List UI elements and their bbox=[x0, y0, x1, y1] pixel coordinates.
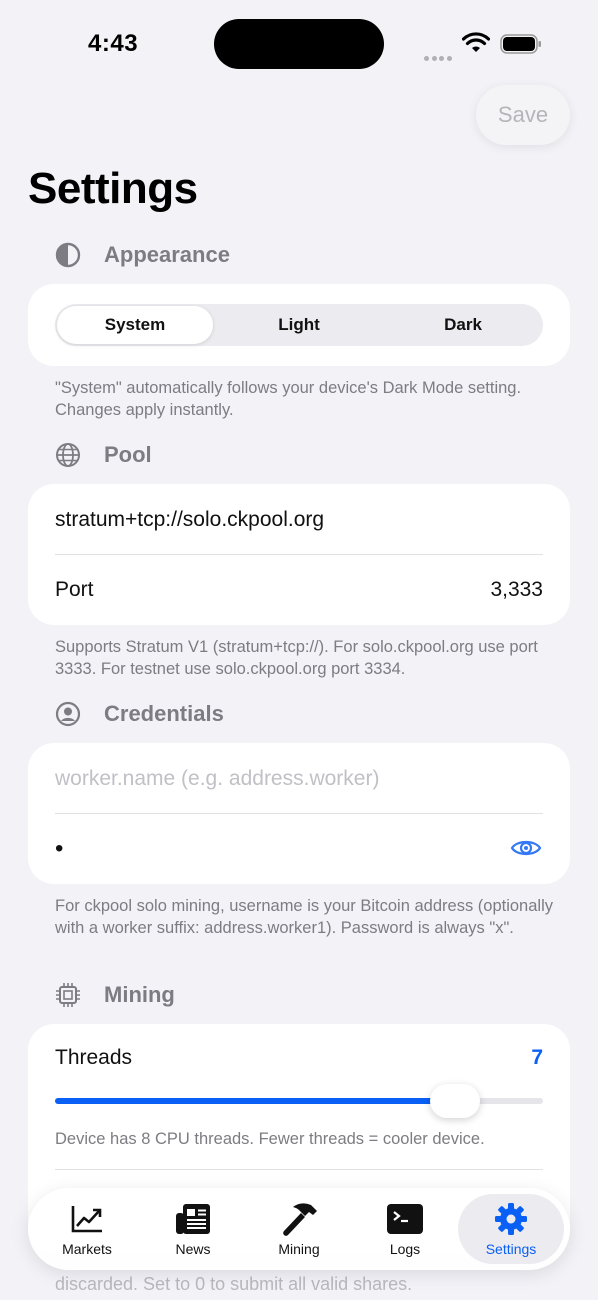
port-field[interactable]: 3,333 bbox=[490, 578, 543, 602]
cpu-icon bbox=[55, 982, 81, 1008]
divider bbox=[55, 1169, 543, 1170]
tab-label: Logs bbox=[389, 1241, 421, 1257]
appearance-card: System Light Dark bbox=[28, 284, 570, 366]
battery-icon bbox=[500, 34, 541, 54]
section-header-pool: Pool bbox=[55, 442, 152, 468]
save-button[interactable]: Save bbox=[476, 85, 570, 145]
slider-thumb[interactable] bbox=[430, 1084, 481, 1118]
dynamic-island bbox=[214, 19, 384, 69]
section-title: Credentials bbox=[104, 701, 224, 726]
section-header-mining: Mining bbox=[55, 982, 175, 1008]
segment-system[interactable]: System bbox=[57, 306, 213, 344]
tab-label: Markets bbox=[62, 1241, 112, 1257]
newspaper-icon bbox=[175, 1201, 211, 1237]
tab-mining[interactable]: Mining bbox=[246, 1194, 352, 1264]
segment-dark[interactable]: Dark bbox=[383, 304, 543, 346]
divider bbox=[55, 554, 543, 555]
appearance-footnote: "System" automatically follows your devi… bbox=[55, 379, 522, 419]
pool-url-field[interactable]: stratum+tcp://solo.ckpool.org bbox=[55, 508, 324, 532]
port-label: Port bbox=[55, 578, 94, 601]
threads-slider[interactable] bbox=[55, 1084, 543, 1118]
section-title: Mining bbox=[104, 982, 175, 1007]
section-header-credentials: Credentials bbox=[55, 701, 224, 727]
tab-label: Mining bbox=[278, 1241, 320, 1257]
tab-news[interactable]: News bbox=[140, 1194, 246, 1264]
contrast-icon bbox=[55, 242, 81, 268]
tab-markets[interactable]: Markets bbox=[34, 1194, 140, 1264]
tab-label: News bbox=[175, 1241, 211, 1257]
section-title: Appearance bbox=[104, 242, 230, 267]
page-title: Settings bbox=[28, 164, 198, 213]
slider-fill bbox=[55, 1098, 456, 1104]
credentials-footnote: For ckpool solo mining, username is your… bbox=[55, 897, 553, 937]
threads-note: Device has 8 CPU threads. Fewer threads … bbox=[55, 1130, 485, 1148]
person-circle-icon bbox=[55, 701, 81, 727]
hammer-icon bbox=[279, 1201, 319, 1237]
pool-footnote: Supports Stratum V1 (stratum+tcp://). Fo… bbox=[55, 638, 538, 678]
eye-icon[interactable] bbox=[510, 837, 542, 864]
terminal-icon bbox=[387, 1201, 423, 1237]
pool-card: stratum+tcp://solo.ckpool.org Port 3,333 bbox=[28, 484, 570, 625]
wifi-icon bbox=[461, 32, 491, 59]
mining-footnote: discarded. Set to 0 to submit all valid … bbox=[55, 1274, 413, 1294]
username-field[interactable]: worker.name (e.g. address.worker) bbox=[55, 767, 379, 791]
tab-bar: Markets News Mining Logs Settings bbox=[28, 1188, 570, 1270]
cellular-signal-icon bbox=[424, 48, 454, 61]
status-time: 4:43 bbox=[88, 30, 139, 57]
divider bbox=[55, 813, 543, 814]
password-field[interactable]: • bbox=[55, 835, 63, 863]
credentials-card: worker.name (e.g. address.worker) • bbox=[28, 743, 570, 884]
section-header-appearance: Appearance bbox=[55, 242, 230, 268]
threads-label: Threads bbox=[55, 1046, 133, 1069]
chart-line-icon bbox=[70, 1201, 104, 1237]
tab-label: Settings bbox=[485, 1241, 537, 1257]
section-title: Pool bbox=[104, 442, 152, 467]
segment-light[interactable]: Light bbox=[215, 304, 383, 346]
globe-icon bbox=[55, 442, 81, 468]
gear-icon bbox=[494, 1201, 528, 1237]
appearance-segmented-control: System Light Dark bbox=[55, 304, 543, 346]
threads-value: 7 bbox=[531, 1046, 543, 1069]
tab-settings[interactable]: Settings bbox=[458, 1194, 564, 1264]
tab-logs[interactable]: Logs bbox=[352, 1194, 458, 1264]
